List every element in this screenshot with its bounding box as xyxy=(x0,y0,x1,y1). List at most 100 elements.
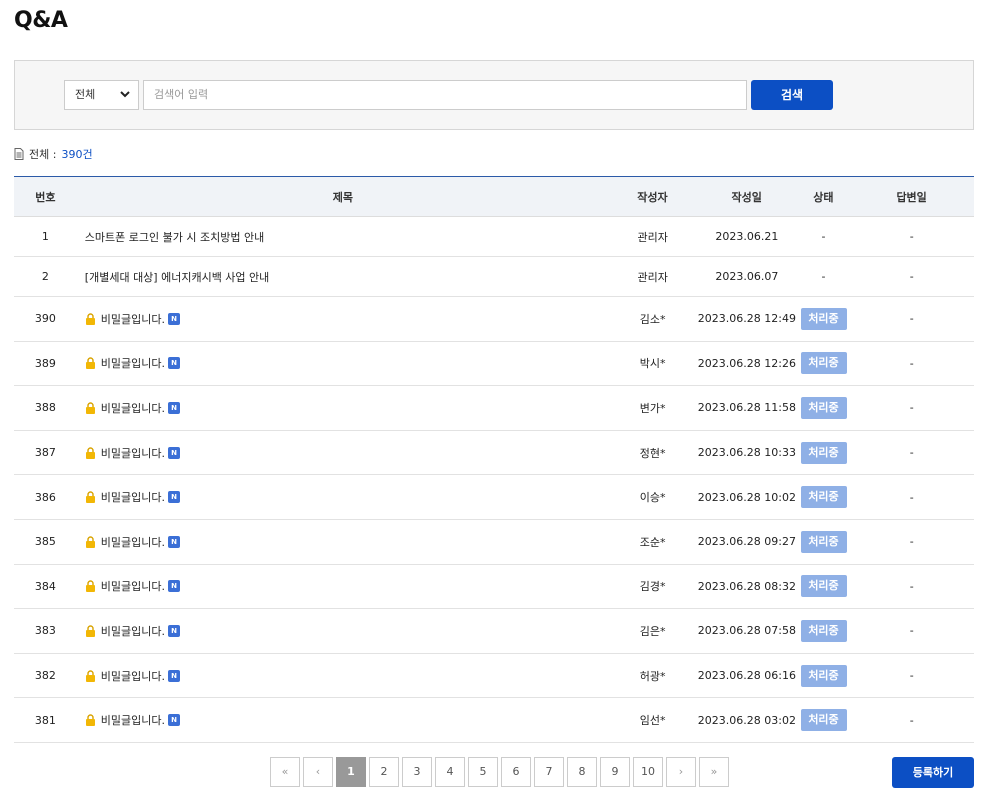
row-answer-date: - xyxy=(909,270,914,283)
row-title-link[interactable]: 비밀글입니다. N xyxy=(77,698,609,742)
total-label: 전체 : xyxy=(29,148,57,161)
page-7-button[interactable]: 7 xyxy=(534,757,564,787)
new-badge: N xyxy=(168,580,181,593)
new-badge: N xyxy=(168,714,181,727)
row-no: 386 xyxy=(34,490,56,504)
row-title-link[interactable]: [개별세대 대상] 에너지캐시백 사업 안내 xyxy=(77,257,609,296)
status-badge: 처리중 xyxy=(800,396,847,419)
new-badge: N xyxy=(168,624,181,637)
row-title-link[interactable]: 비밀글입니다. N xyxy=(77,520,609,564)
status-badge: 처리중 xyxy=(800,352,847,375)
status-badge: 처리중 xyxy=(800,575,847,598)
row-title-link[interactable]: 비밀글입니다. N xyxy=(77,565,609,609)
row-writer: 김은* xyxy=(639,624,666,638)
lock-icon xyxy=(85,402,95,414)
page-1-button[interactable]: 1 xyxy=(336,757,366,787)
row-title: 비밀글입니다. xyxy=(100,714,166,728)
row-title-link[interactable]: 스마트폰 로그인 불가 시 조치방법 안내 xyxy=(77,217,609,256)
row-writer: 조순* xyxy=(639,535,666,549)
row-writer: 김경* xyxy=(639,580,666,594)
chevron-down-icon xyxy=(120,91,130,98)
status-badge: 처리중 xyxy=(800,307,847,330)
row-answer-date: - xyxy=(909,401,914,415)
row-date: 2023.06.28 06:16 xyxy=(697,669,796,683)
row-title-link[interactable]: 비밀글입니다. N xyxy=(77,386,609,430)
table-row[interactable]: 381 비밀글입니다. N 임선* 2023.06.28 03:02 처리중 - xyxy=(14,698,974,743)
page-6-button[interactable]: 6 xyxy=(501,757,531,787)
row-title-link[interactable]: 비밀글입니다. N xyxy=(77,654,609,698)
row-status: 처리중 xyxy=(798,698,850,742)
search-category-value: 전체 xyxy=(75,88,96,101)
header-title: 제목 xyxy=(332,190,354,204)
row-title: 비밀글입니다. xyxy=(100,624,166,638)
row-status: 처리중 xyxy=(798,654,850,698)
status-badge: 처리중 xyxy=(800,441,847,464)
table-row[interactable]: 389 비밀글입니다. N 박시* 2023.06.28 12:26 처리중 - xyxy=(14,342,974,387)
row-answer-date: - xyxy=(909,490,914,504)
row-writer: 변가* xyxy=(639,401,666,415)
header-status: 상태 xyxy=(813,190,834,204)
next-page-button[interactable]: › xyxy=(666,757,696,787)
page-10-button[interactable]: 10 xyxy=(633,757,663,787)
row-title-link[interactable]: 비밀글입니다. N xyxy=(77,297,609,341)
table-row[interactable]: 1 스마트폰 로그인 불가 시 조치방법 안내 관리자 2023.06.21 -… xyxy=(14,217,974,257)
row-title-link[interactable]: 비밀글입니다. N xyxy=(77,342,609,386)
row-date: 2023.06.07 xyxy=(715,270,779,283)
search-button[interactable]: 검색 xyxy=(751,80,833,110)
page-2-button[interactable]: 2 xyxy=(369,757,399,787)
row-title: 비밀글입니다. xyxy=(100,401,166,415)
row-writer: 김소* xyxy=(639,312,666,326)
row-date: 2023.06.28 08:32 xyxy=(697,579,796,593)
row-answer-date: - xyxy=(909,230,914,243)
search-input[interactable]: 검색어 입력 xyxy=(143,80,747,110)
search-category-select[interactable]: 전체 xyxy=(64,80,139,110)
page-9-button[interactable]: 9 xyxy=(600,757,630,787)
row-status: 처리중 xyxy=(798,609,850,653)
last-page-button[interactable]: » xyxy=(699,757,729,787)
row-writer: 관리자 xyxy=(637,230,668,244)
table-row[interactable]: 383 비밀글입니다. N 김은* 2023.06.28 07:58 처리중 - xyxy=(14,609,974,654)
row-title-link[interactable]: 비밀글입니다. N xyxy=(77,609,609,653)
row-status: 처리중 xyxy=(798,342,850,386)
first-page-button[interactable]: « xyxy=(270,757,300,787)
row-writer: 관리자 xyxy=(637,270,668,284)
new-badge: N xyxy=(168,491,181,504)
table-row[interactable]: 382 비밀글입니다. N 허광* 2023.06.28 06:16 처리중 - xyxy=(14,654,974,699)
lock-icon xyxy=(85,536,95,548)
row-no: 385 xyxy=(34,535,56,549)
prev-page-button[interactable]: ‹ xyxy=(303,757,333,787)
table-row[interactable]: 384 비밀글입니다. N 김경* 2023.06.28 08:32 처리중 - xyxy=(14,565,974,610)
page-5-button[interactable]: 5 xyxy=(468,757,498,787)
lock-icon xyxy=(85,491,95,504)
row-answer-date: - xyxy=(909,713,914,727)
table-row[interactable]: 2 [개별세대 대상] 에너지캐시백 사업 안내 관리자 2023.06.07 … xyxy=(14,257,974,297)
status-badge: 처리중 xyxy=(800,709,847,732)
page-title: Q&A xyxy=(14,8,68,33)
table-row[interactable]: 390 비밀글입니다. N 김소* 2023.06.28 12:49 처리중 - xyxy=(14,297,974,342)
lock-icon xyxy=(85,669,95,682)
row-no: 390 xyxy=(34,312,56,326)
row-writer: 박시* xyxy=(639,357,666,371)
row-title-link[interactable]: 비밀글입니다. N xyxy=(77,431,609,475)
header-date: 작성일 xyxy=(731,190,762,204)
row-no: 383 xyxy=(34,624,56,638)
row-answer-date: - xyxy=(909,446,914,460)
row-title: 비밀글입니다. xyxy=(100,357,166,371)
row-date: 2023.06.28 07:58 xyxy=(697,624,796,638)
row-no: 2 xyxy=(41,270,49,283)
page-4-button[interactable]: 4 xyxy=(435,757,465,787)
row-no: 384 xyxy=(34,579,56,593)
row-title-link[interactable]: 비밀글입니다. N xyxy=(77,475,609,519)
table-row[interactable]: 388 비밀글입니다. N 변가* 2023.06.28 11:58 처리중 - xyxy=(14,386,974,431)
row-title: 비밀글입니다. xyxy=(100,491,166,505)
status-badge: 처리중 xyxy=(800,530,847,553)
page-3-button[interactable]: 3 xyxy=(402,757,432,787)
row-status: 처리중 xyxy=(798,475,850,519)
table-row[interactable]: 387 비밀글입니다. N 정현* 2023.06.28 10:33 처리중 - xyxy=(14,431,974,476)
page-8-button[interactable]: 8 xyxy=(567,757,597,787)
row-no: 388 xyxy=(34,401,56,415)
row-date: 2023.06.28 12:49 xyxy=(697,312,796,326)
table-row[interactable]: 385 비밀글입니다. N 조순* 2023.06.28 09:27 처리중 - xyxy=(14,520,974,565)
register-button[interactable]: 등록하기 xyxy=(892,757,974,788)
table-row[interactable]: 386 비밀글입니다. N 이승* 2023.06.28 10:02 처리중 - xyxy=(14,475,974,520)
